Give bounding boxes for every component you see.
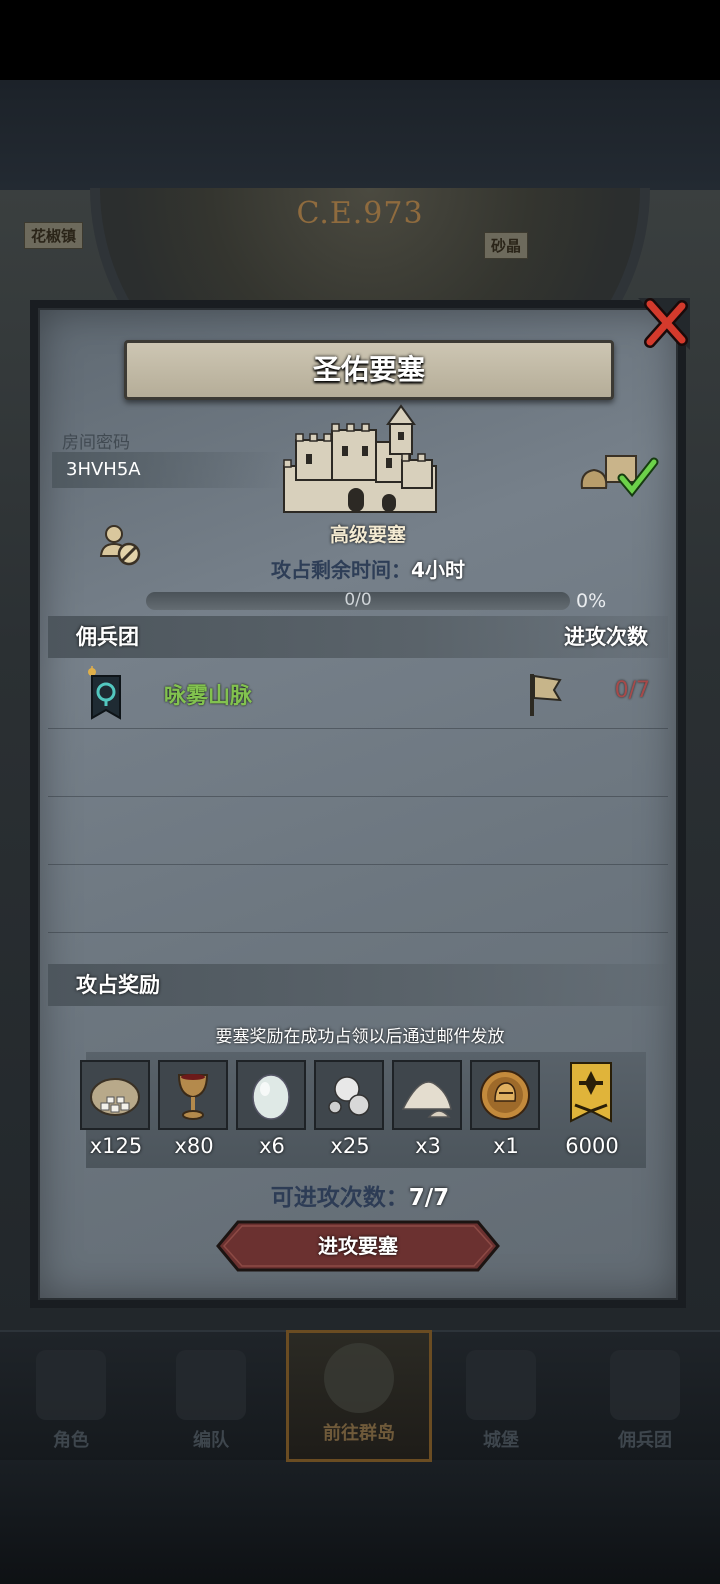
rewards-header: 攻占奖励 <box>48 964 668 1006</box>
reward-item[interactable]: x1 <box>470 1060 542 1158</box>
occupation-progress-percent: 0% <box>576 590 607 612</box>
nav-castle[interactable]: 城堡 <box>436 1340 566 1460</box>
guild-name: 咏雾山脉 <box>164 684 253 709</box>
fortress-castle-icon <box>278 402 442 524</box>
room-code: 3HVH5A <box>52 452 282 488</box>
rewards-note: 要塞奖励在成功占领以后通过邮件发放 <box>215 1027 505 1047</box>
reward-item[interactable]: x80 <box>158 1060 230 1158</box>
reward-item[interactable]: x3 <box>392 1060 464 1158</box>
status-bar-area <box>0 0 720 80</box>
fortress-grade: 高级要塞 <box>329 524 406 546</box>
nav-formation-label: 编队 <box>193 1430 229 1451</box>
knight-icon <box>36 1350 106 1420</box>
guild-row[interactable]: 咏雾山脉 0/7 <box>48 660 668 729</box>
remaining-time-value: 4小时 <box>411 558 465 582</box>
gem-stone-icon <box>236 1060 306 1130</box>
supply-ready-icon[interactable] <box>580 448 660 502</box>
fortress-dialog: 圣佑要塞 房间密码 3HVH5A 高级要塞 攻占剩余时间：4小时 0/0 0% … <box>30 298 690 1308</box>
remaining-time-label: 攻占剩余时间： <box>271 558 412 582</box>
era-label: C.E.973 <box>296 196 424 231</box>
fortress-panel: 圣佑要塞 房间密码 3HVH5A 高级要塞 攻占剩余时间：4小时 0/0 0% … <box>38 308 678 1300</box>
flag-icon <box>526 670 566 722</box>
nav-character-label: 角色 <box>53 1430 89 1451</box>
nav-mercenary-label: 佣兵团 <box>618 1430 672 1451</box>
pearls-icon <box>314 1060 384 1130</box>
formation-icon <box>176 1350 246 1420</box>
occupation-progress-text: 0/0 <box>344 590 372 610</box>
available-attacks-label: 可进攻次数： <box>270 1185 409 1211</box>
mercenary-header-label: 佣兵团 <box>76 625 139 649</box>
guild-attack-count: 0/7 <box>614 678 650 703</box>
nav-formation[interactable]: 编队 <box>146 1340 276 1460</box>
empty-row <box>48 796 668 865</box>
title-plate: 圣佑要塞 <box>124 340 614 400</box>
attack-fortress-label: 进攻要塞 <box>318 1234 398 1258</box>
reward-qty: x6 <box>259 1134 285 1158</box>
available-attacks: 可进攻次数：7/7 <box>190 1178 530 1212</box>
empty-row <box>48 864 668 933</box>
room-code-label: 房间密码 <box>62 433 130 453</box>
ore-sack-icon <box>80 1060 150 1130</box>
map-label-sand[interactable]: 砂晶 <box>484 232 529 259</box>
nav-islands[interactable]: 前往群岛 <box>286 1330 432 1462</box>
nav-islands-label: 前往群岛 <box>323 1423 395 1444</box>
nav-castle-label: 城堡 <box>483 1430 519 1451</box>
reward-qty: 6000 <box>565 1134 619 1158</box>
remaining-time: 攻占剩余时间：4小时 <box>190 554 546 583</box>
reward-qty: x1 <box>493 1134 519 1158</box>
guild-emblem-icon <box>86 664 122 726</box>
reward-qty: x125 <box>89 1134 143 1158</box>
top-band <box>0 80 720 190</box>
available-attacks-value: 7/7 <box>408 1185 450 1211</box>
knight-helmet-coin-icon <box>470 1060 540 1130</box>
reward-qty: x25 <box>330 1134 370 1158</box>
reward-item[interactable]: x125 <box>80 1060 152 1158</box>
reward-item[interactable]: 6000 <box>556 1060 628 1158</box>
mercenary-header: 佣兵团 进攻次数 <box>48 616 668 658</box>
powder-pile-icon <box>392 1060 462 1130</box>
reward-item[interactable]: x25 <box>314 1060 386 1158</box>
mercenary-ship-icon <box>610 1350 680 1420</box>
close-button[interactable] <box>638 296 692 350</box>
castle-icon <box>466 1350 536 1420</box>
attack-count-header: 进攻次数 <box>564 625 648 649</box>
rewards-header-label: 攻占奖励 <box>76 973 160 997</box>
nav-mercenary[interactable]: 佣兵团 <box>580 1340 710 1460</box>
nav-character[interactable]: 角色 <box>6 1340 136 1460</box>
goblet-icon <box>158 1060 228 1130</box>
empty-row <box>48 728 668 797</box>
honor-banner-icon <box>556 1060 626 1130</box>
close-icon <box>638 298 690 350</box>
attack-fortress-button[interactable]: 进攻要塞 <box>216 1220 500 1272</box>
bottom-area <box>0 1460 720 1584</box>
island-compass-icon <box>324 1343 394 1413</box>
reward-item[interactable]: x6 <box>236 1060 308 1158</box>
map-label-town[interactable]: 花椒镇 <box>24 222 84 249</box>
private-user-icon[interactable] <box>98 522 144 572</box>
reward-qty: x80 <box>174 1134 214 1158</box>
dialog-title: 圣佑要塞 <box>312 353 425 386</box>
reward-qty: x3 <box>415 1134 441 1158</box>
